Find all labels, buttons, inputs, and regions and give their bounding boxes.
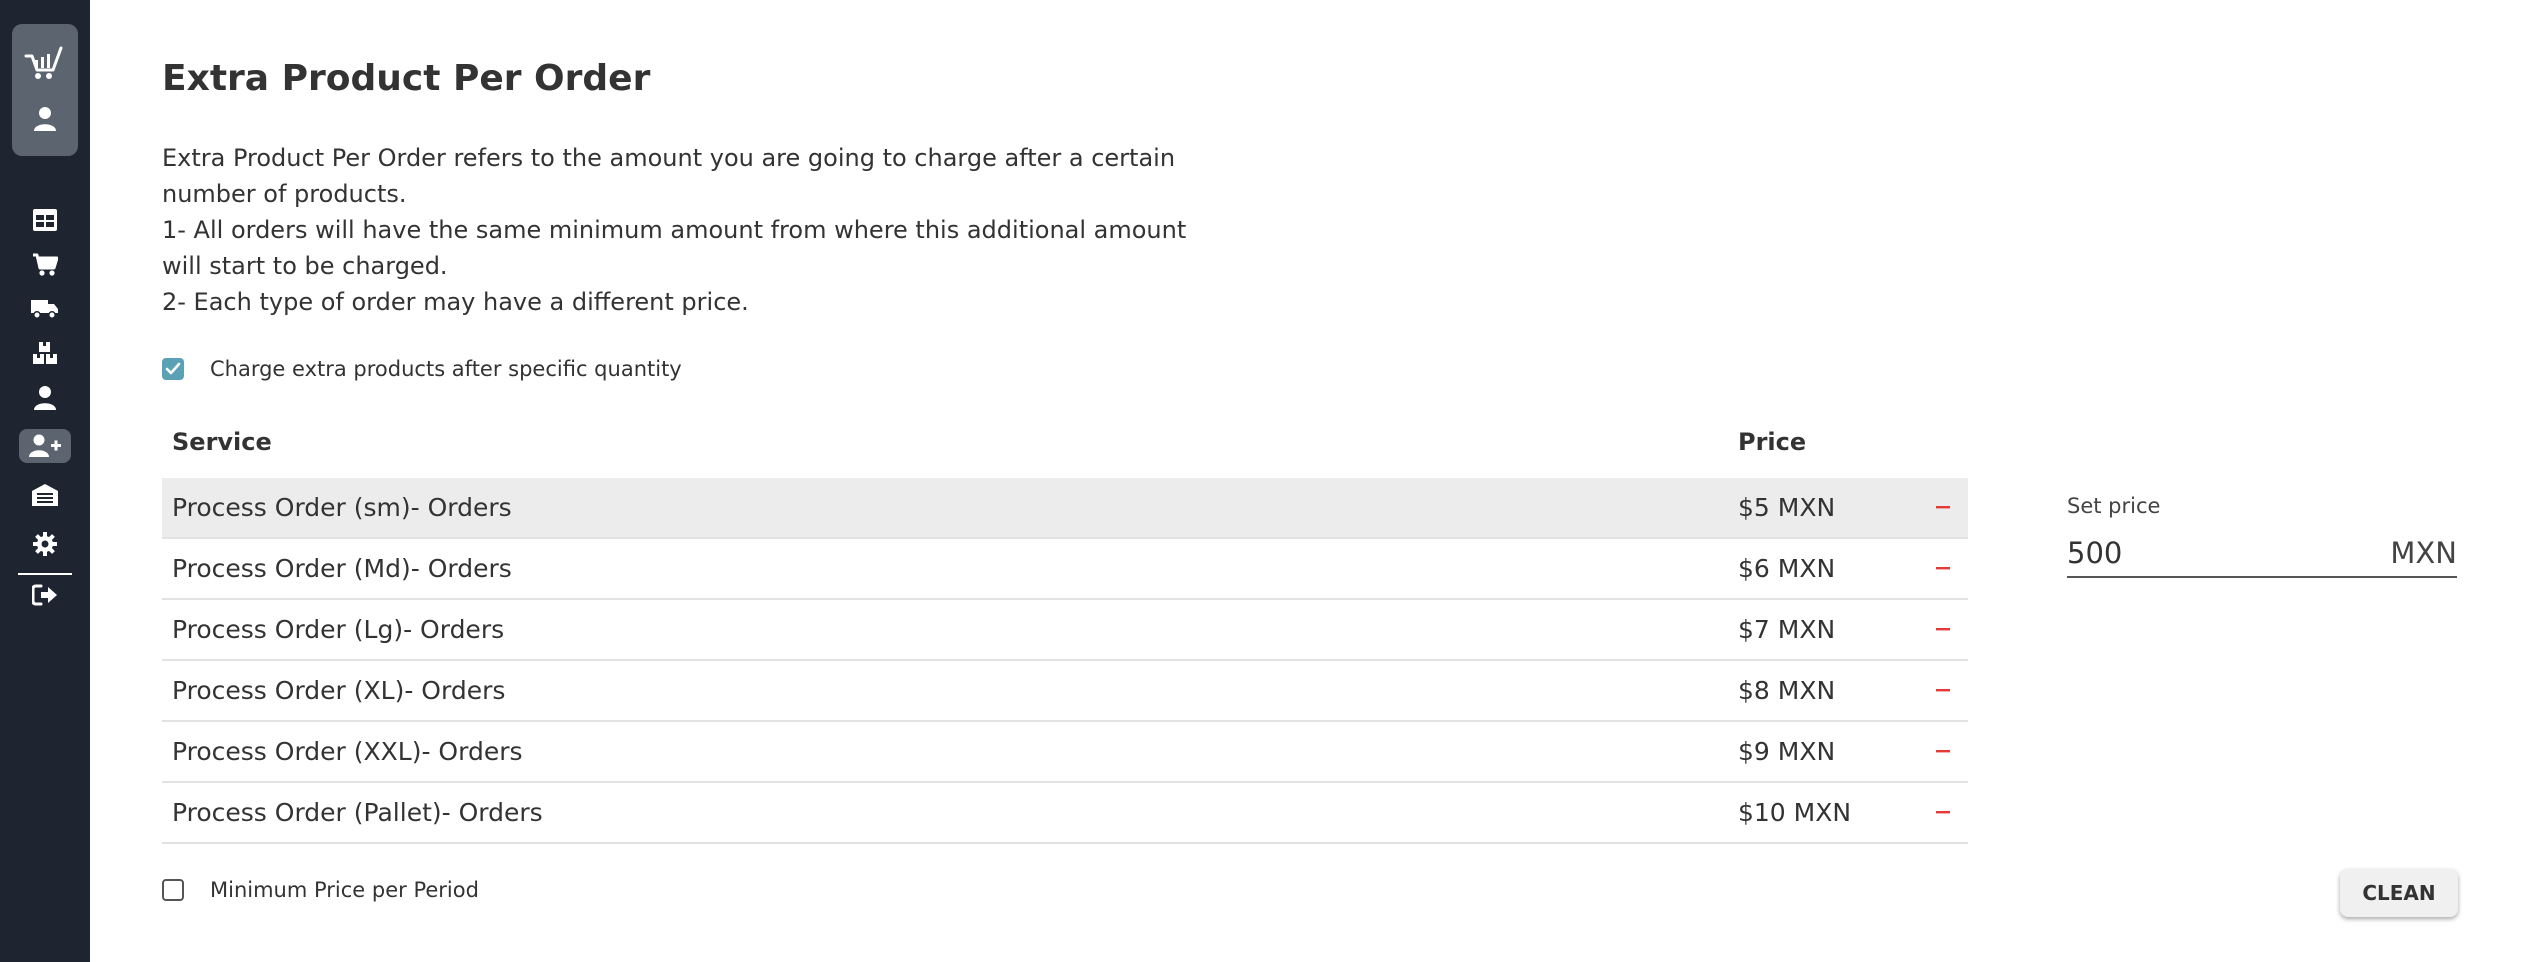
page-description: Extra Product Per Order refers to the am… — [162, 140, 1222, 320]
price-cell: $8 MXN — [1738, 676, 1836, 705]
table-row[interactable]: Process Order (sm)- Orders $5 MXN — [162, 478, 1968, 539]
set-price-field: MXN — [2067, 530, 2457, 578]
price-cell: $9 MXN — [1738, 737, 1836, 766]
set-price-input[interactable] — [2067, 536, 2367, 570]
price-cell: $10 MXN — [1738, 798, 1852, 827]
boxes-icon — [32, 341, 58, 365]
table-row[interactable]: Process Order (Md)- Orders $6 MXN — [162, 539, 1968, 600]
table-body: Process Order (sm)- Orders $5 MXN Process … — [162, 478, 1968, 844]
minus-icon — [1936, 749, 1950, 752]
remove-row-button[interactable] — [1928, 539, 1958, 598]
description-line: 2- Each type of order may have a differe… — [162, 288, 749, 316]
remove-row-button[interactable] — [1928, 783, 1958, 842]
sidebar-divider — [18, 573, 72, 575]
price-cell: $7 MXN — [1738, 615, 1836, 644]
page-title: Extra Product Per Order — [162, 58, 651, 99]
gear-icon — [33, 532, 57, 556]
minus-icon — [1936, 810, 1950, 813]
clean-button[interactable]: CLEAN — [2340, 869, 2458, 917]
cart-logo-icon — [12, 46, 78, 82]
minimum-price-checkbox[interactable] — [162, 879, 184, 901]
sign-out-icon — [32, 584, 58, 606]
minus-icon — [1936, 505, 1950, 508]
table-row[interactable]: Process Order (XXL)- Orders $9 MXN — [162, 722, 1968, 783]
minus-icon — [1936, 627, 1950, 630]
service-cell: Process Order (sm)- Orders — [172, 493, 512, 522]
user-icon[interactable] — [12, 106, 78, 132]
remove-row-button[interactable] — [1928, 722, 1958, 781]
sidebar-item-inventory[interactable] — [19, 336, 71, 370]
user-icon — [33, 385, 57, 411]
service-cell: Process Order (Lg)- Orders — [172, 615, 505, 644]
remove-row-button[interactable] — [1928, 661, 1958, 720]
table-icon — [33, 209, 57, 231]
sidebar-item-settings[interactable] — [19, 527, 71, 561]
charge-extra-label: Charge extra products after specific qua… — [210, 357, 682, 381]
truck-icon — [31, 298, 59, 320]
description-line: 1- All orders will have the same minimum… — [162, 216, 1187, 244]
price-cell: $5 MXN — [1738, 493, 1836, 522]
minimum-price-row: Minimum Price per Period — [162, 875, 479, 905]
services-table: Service Price Process Order (sm)- Orders… — [162, 420, 1968, 844]
minimum-price-label: Minimum Price per Period — [210, 878, 479, 902]
sidebar-item-warehouse[interactable] — [19, 478, 71, 512]
charge-extra-row: Charge extra products after specific qua… — [162, 354, 682, 384]
cart-icon — [32, 253, 58, 277]
table-row[interactable]: Process Order (Lg)- Orders $7 MXN — [162, 600, 1968, 661]
sidebar-item-add-client[interactable] — [19, 429, 71, 463]
sidebar-item-orders[interactable] — [19, 248, 71, 282]
description-line: will start to be charged. — [162, 252, 448, 280]
minus-icon — [1936, 688, 1950, 691]
description-line: number of products. — [162, 180, 407, 208]
price-cell: $6 MXN — [1738, 554, 1836, 583]
minus-icon — [1936, 566, 1950, 569]
set-price-label: Set price — [2067, 494, 2161, 518]
service-cell: Process Order (XL)- Orders — [172, 676, 506, 705]
sidebar-item-shipping[interactable] — [19, 292, 71, 326]
brand-box — [12, 24, 78, 156]
description-line: Extra Product Per Order refers to the am… — [162, 144, 1176, 172]
sidebar — [0, 0, 90, 962]
service-cell: Process Order (Md)- Orders — [172, 554, 512, 583]
remove-row-button[interactable] — [1928, 478, 1958, 537]
sidebar-item-dashboard[interactable] — [19, 203, 71, 237]
table-row[interactable]: Process Order (Pallet)- Orders $10 MXN — [162, 783, 1968, 844]
service-cell: Process Order (XXL)- Orders — [172, 737, 523, 766]
column-header-service: Service — [172, 428, 272, 456]
table-row[interactable]: Process Order (XL)- Orders $8 MXN — [162, 661, 1968, 722]
service-cell: Process Order (Pallet)- Orders — [172, 798, 543, 827]
check-icon — [165, 362, 181, 375]
table-header: Service Price — [162, 420, 1968, 478]
charge-extra-checkbox[interactable] — [162, 358, 184, 380]
warehouse-icon — [32, 484, 58, 506]
remove-row-button[interactable] — [1928, 600, 1958, 659]
set-price-unit: MXN — [2390, 536, 2457, 570]
sidebar-item-users[interactable] — [19, 381, 71, 415]
sidebar-item-logout[interactable] — [19, 578, 71, 612]
column-header-price: Price — [1738, 428, 1807, 456]
user-plus-icon — [29, 434, 61, 458]
